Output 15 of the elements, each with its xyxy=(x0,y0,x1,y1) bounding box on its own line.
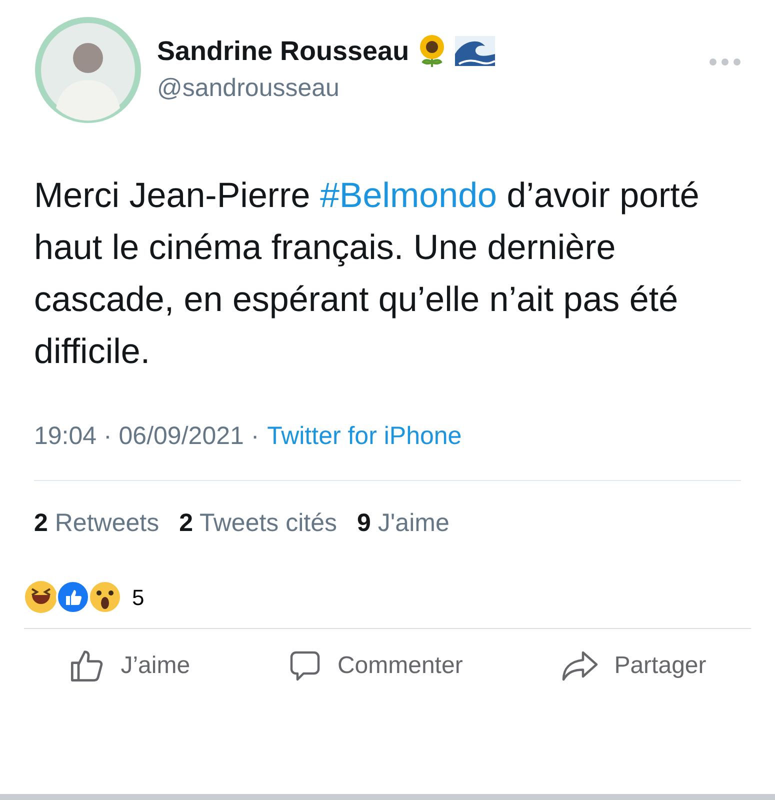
tweet-stat: 2 Tweets cités xyxy=(179,508,338,538)
tweet-stat: 9 J'aime xyxy=(357,508,450,538)
reaction-count: 5 xyxy=(132,584,144,612)
wave-icon xyxy=(455,36,496,66)
author-handle: @sandrousseau xyxy=(157,73,340,104)
post-action-button[interactable]: Partager xyxy=(550,640,716,692)
post-action-button[interactable]: Commenter xyxy=(277,640,473,692)
source-link[interactable]: Twitter for iPhone xyxy=(267,418,462,456)
author-name: Sandrine Rousseau xyxy=(157,35,410,67)
hashtag-link[interactable]: #Belmondo xyxy=(320,176,498,215)
more-icon[interactable] xyxy=(709,58,741,66)
tweet-text: Merci Jean-Pierre #Belmondo d’avoir porté haut le cinéma français. Une dernière cascade, en espérant qu’elle n’ait pas été difficile. xyxy=(34,175,700,373)
post-action-button[interactable]: J’aime xyxy=(58,639,200,693)
tweet-stat: 2 Retweets xyxy=(34,508,160,538)
tweet-timestamp: 19:04 · 06/09/2021 · xyxy=(34,421,260,452)
